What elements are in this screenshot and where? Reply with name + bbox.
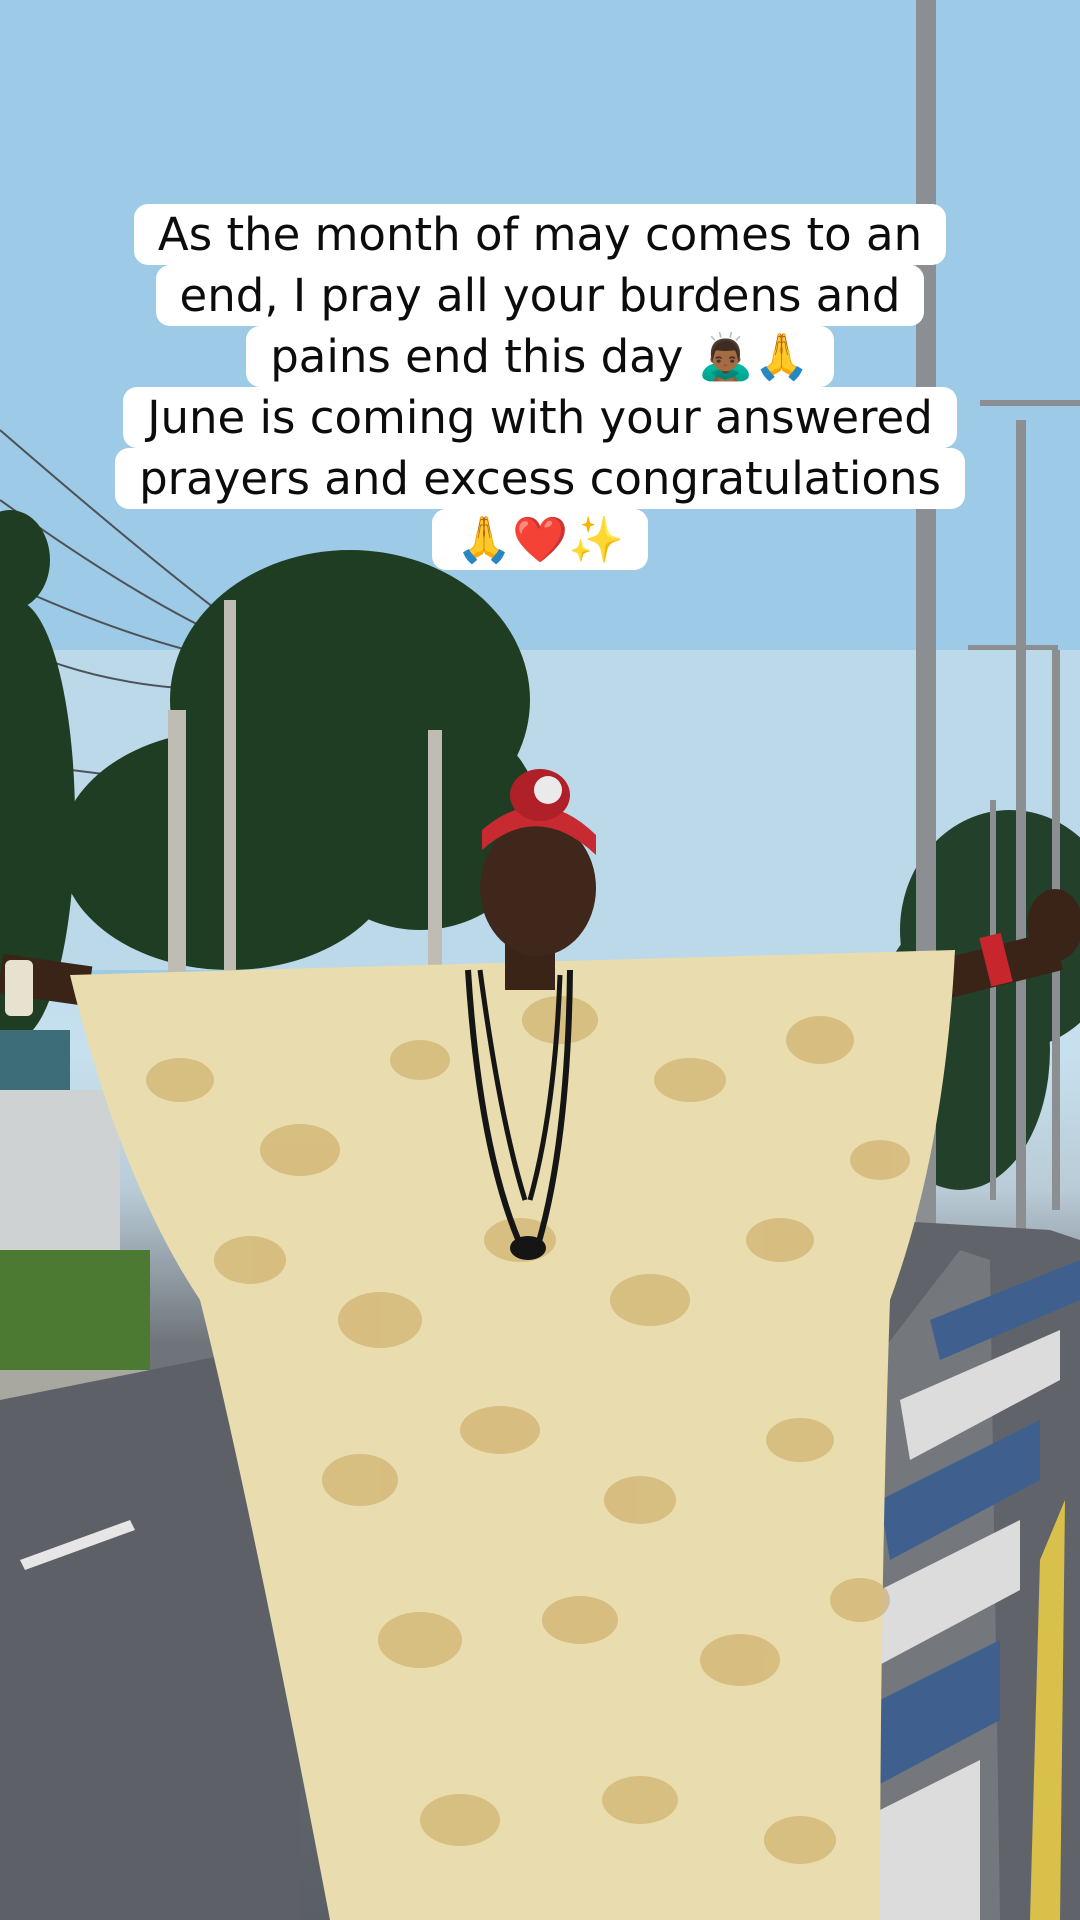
caption-line-3: pains end this day 🙇🏾‍♂️🙏 <box>246 326 834 387</box>
caption-line-6: 🙏❤️✨ <box>431 509 649 570</box>
caption-line-4: June is coming with your answered <box>123 387 957 448</box>
caption-line-5: prayers and excess congratulations <box>115 448 965 509</box>
video-caption: As the month of may comes to an end, I p… <box>0 204 1080 570</box>
caption-line-1: As the month of may comes to an <box>133 204 947 265</box>
video-frame[interactable]: As the month of may comes to an end, I p… <box>0 0 1080 1920</box>
caption-line-2: end, I pray all your burdens and <box>155 265 925 326</box>
